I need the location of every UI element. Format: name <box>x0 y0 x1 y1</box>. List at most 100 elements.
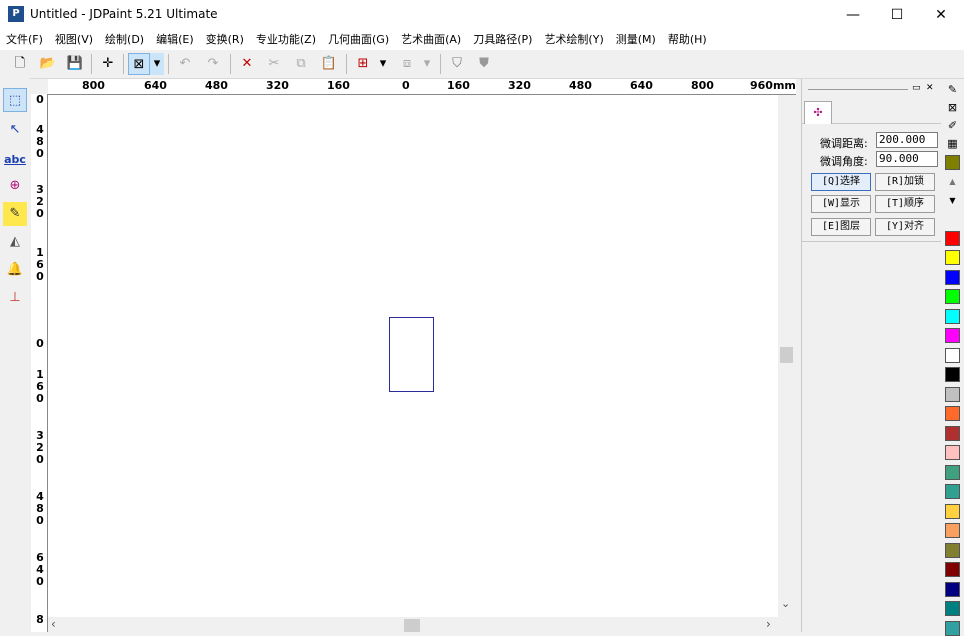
undo-icon[interactable]: ↶ <box>174 53 196 75</box>
new-file-icon[interactable]: 🗋 <box>9 53 31 75</box>
shield-render-icon[interactable]: ⛉ <box>446 53 468 75</box>
color-swatch[interactable] <box>945 367 960 382</box>
color-swatch[interactable] <box>945 387 960 402</box>
crosshair-icon[interactable]: ✛ <box>97 53 119 75</box>
color-swatch[interactable] <box>945 155 960 170</box>
ruler-label: 480 <box>36 123 44 160</box>
color-swatch[interactable] <box>945 231 960 246</box>
menu-help[interactable]: 帮助(H) <box>662 30 713 50</box>
dropdown-arrow-icon[interactable]: ▾ <box>150 53 164 75</box>
display-button[interactable]: [W]显示 <box>811 195 871 213</box>
color-swatch[interactable] <box>945 504 960 519</box>
dropdown-arrow-icon[interactable]: ▾ <box>376 53 390 75</box>
palette-scroll-down-icon[interactable]: ▼ <box>945 193 960 208</box>
lock-button[interactable]: [R]加锁 <box>875 173 935 191</box>
grid-snap-icon[interactable]: ⊞ <box>352 53 374 75</box>
text-tool-icon[interactable]: abc <box>3 148 27 172</box>
open-folder-icon[interactable]: 📂 <box>37 53 59 75</box>
cut-icon[interactable]: ✂ <box>263 53 285 75</box>
color-swatch[interactable] <box>945 601 960 616</box>
color-swatch[interactable] <box>945 445 960 460</box>
rectangle-shape[interactable] <box>389 317 434 392</box>
eraser-tool-icon[interactable]: ◭ <box>3 230 27 254</box>
scroll-left-icon[interactable]: ‹ <box>51 617 56 631</box>
paste-icon[interactable]: 📋 <box>318 53 340 75</box>
vertical-scrollbar[interactable]: ⌄ <box>778 95 795 617</box>
measure-tool-icon[interactable]: ⊥ <box>3 286 27 310</box>
menu-transform[interactable]: 变换(R) <box>200 30 250 50</box>
horizontal-scroll-thumb[interactable] <box>404 619 420 632</box>
color-swatch[interactable] <box>945 406 960 421</box>
color-swatch[interactable] <box>945 250 960 265</box>
panel-tab-bar: ✣ <box>802 99 941 124</box>
color-swatch[interactable] <box>945 465 960 480</box>
color-swatch[interactable] <box>945 270 960 285</box>
color-swatch[interactable] <box>945 484 960 499</box>
color-swatch[interactable] <box>945 309 960 324</box>
menu-edit[interactable]: 编辑(E) <box>150 30 200 50</box>
color-swatch[interactable] <box>945 582 960 597</box>
close-button[interactable]: ✕ <box>918 0 964 30</box>
toolbar-separator <box>168 54 169 74</box>
ruler-label: 320 <box>508 79 531 92</box>
shield-solid-icon[interactable]: ⛊ <box>473 53 495 75</box>
horizontal-ruler: 800 640 480 320 160 0 160 320 480 640 80… <box>48 79 796 95</box>
fine-angle-input[interactable]: 90.000 <box>876 151 938 167</box>
menu-toolpath[interactable]: 刀具路径(P) <box>467 30 538 50</box>
redo-icon[interactable]: ↷ <box>202 53 224 75</box>
dropdown-arrow-icon[interactable]: ▾ <box>420 53 434 75</box>
menu-art-draw[interactable]: 艺术绘制(Y) <box>538 30 609 50</box>
eyedropper-icon[interactable]: ✐ <box>945 118 960 133</box>
order-button[interactable]: [T]顺序 <box>875 195 935 213</box>
copy-icon[interactable]: ⧉ <box>290 53 312 75</box>
hatch-fill-icon[interactable]: ▦ <box>945 136 960 151</box>
ruler-label: 320 <box>36 429 44 466</box>
color-swatch[interactable] <box>945 562 960 577</box>
color-swatch[interactable] <box>945 621 960 636</box>
menu-professional[interactable]: 专业功能(Z) <box>250 30 322 50</box>
vertical-scroll-thumb[interactable] <box>780 347 793 363</box>
scroll-down-icon[interactable]: ⌄ <box>781 597 790 610</box>
cube-view-icon[interactable]: ⧈ <box>396 53 418 75</box>
horizontal-scrollbar[interactable]: ‹ › <box>48 617 778 632</box>
menu-measure[interactable]: 测量(M) <box>610 30 662 50</box>
ruler-label: 320 <box>36 183 44 220</box>
select-tool-icon[interactable]: ⬚ <box>3 88 27 112</box>
pen-icon[interactable]: ✎ <box>945 82 960 97</box>
color-swatch[interactable] <box>945 348 960 363</box>
menu-art-surface[interactable]: 艺术曲面(A) <box>395 30 467 50</box>
menu-geometry-surface[interactable]: 几何曲面(G) <box>322 30 395 50</box>
color-swatch[interactable] <box>945 289 960 304</box>
delete-icon[interactable]: ✕ <box>236 53 258 75</box>
scroll-right-icon[interactable]: › <box>766 617 771 631</box>
select-button[interactable]: [Q]选择 <box>811 173 871 191</box>
drawing-canvas[interactable] <box>48 95 778 617</box>
align-button[interactable]: [Y]对齐 <box>875 218 935 236</box>
color-swatch[interactable] <box>945 426 960 441</box>
color-swatch[interactable] <box>945 328 960 343</box>
color-swatch[interactable] <box>945 523 960 538</box>
menu-draw[interactable]: 绘制(D) <box>99 30 150 50</box>
layer-button[interactable]: [E]图层 <box>811 218 871 236</box>
toolbar-separator <box>346 54 347 74</box>
save-icon[interactable]: 💾 <box>64 53 86 75</box>
node-edit-tool-icon[interactable]: ↖ <box>3 118 27 142</box>
panel-pin-icon[interactable]: ▭ <box>912 83 921 93</box>
pencil-tool-icon[interactable]: ✎ <box>3 202 27 226</box>
toolbar-separator <box>440 54 441 74</box>
palette-scroll-up-icon[interactable]: ▲ <box>945 174 960 189</box>
no-fill-icon[interactable]: ⊠ <box>945 100 960 115</box>
window-select-icon[interactable]: ⊠ <box>128 53 150 75</box>
transform-tool-icon[interactable]: ⊕ <box>3 174 27 198</box>
maximize-button[interactable]: ☐ <box>874 0 920 30</box>
ruler-label: 0 <box>36 93 44 106</box>
fine-angle-label: 微调角度: <box>820 155 868 168</box>
fine-distance-input[interactable]: 200.000 <box>876 132 938 148</box>
color-swatch[interactable] <box>945 543 960 558</box>
menu-file[interactable]: 文件(F) <box>0 30 49 50</box>
menu-view[interactable]: 视图(V) <box>49 30 99 50</box>
minimize-button[interactable]: — <box>830 0 876 30</box>
panel-close-icon[interactable]: ✕ <box>926 83 934 93</box>
select-properties-tab-icon[interactable]: ✣ <box>804 101 832 124</box>
bell-tool-icon[interactable]: 🔔 <box>3 258 27 282</box>
